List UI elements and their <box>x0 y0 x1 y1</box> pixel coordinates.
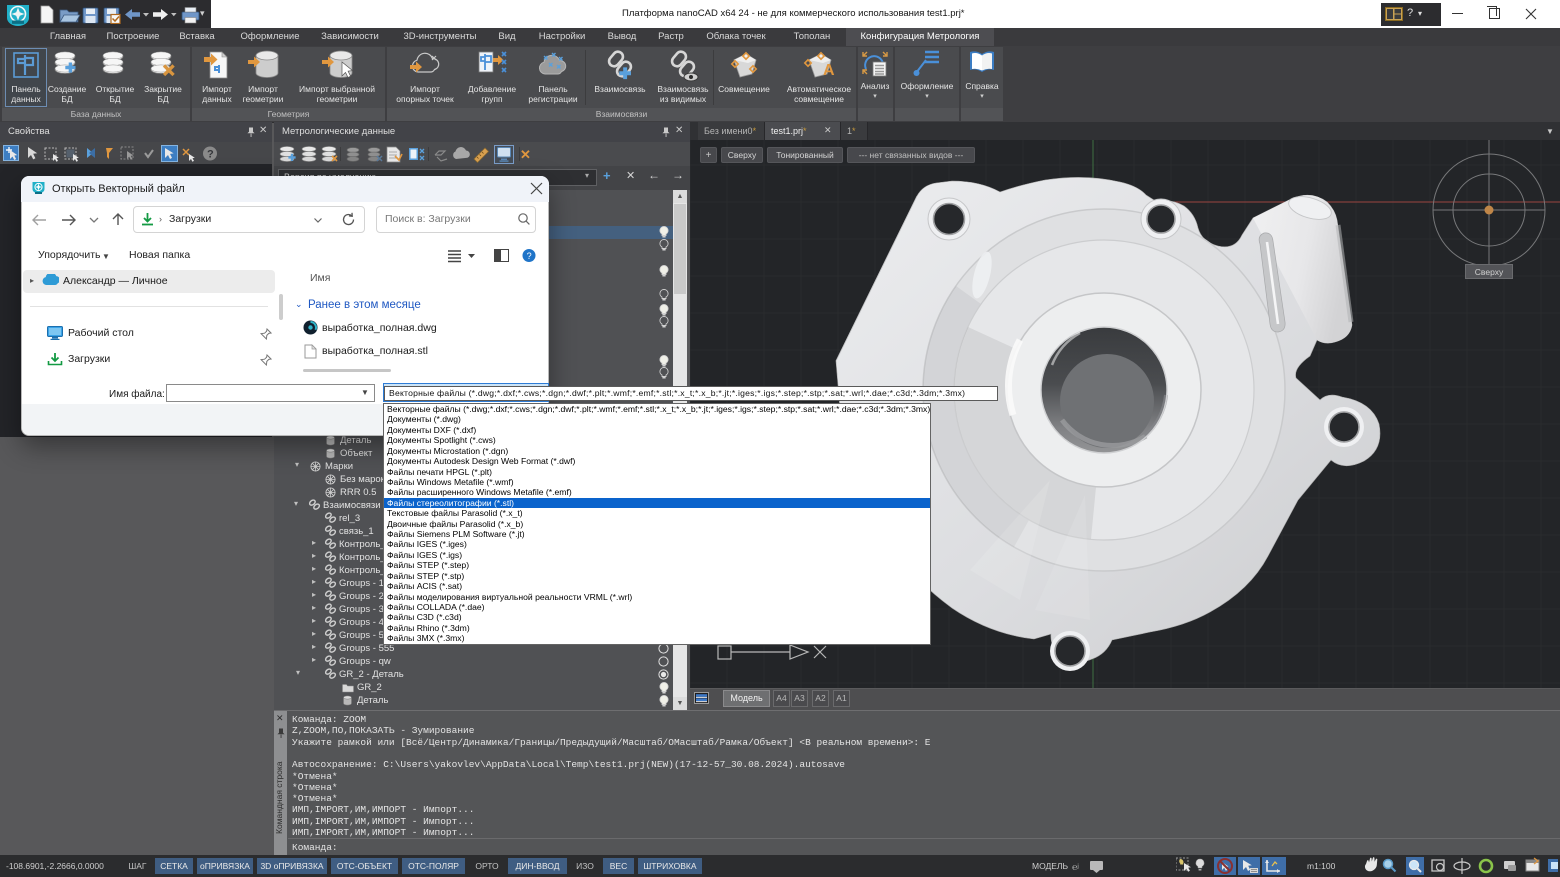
svg-text:?: ? <box>207 149 214 161</box>
svg-text:A: A <box>823 62 835 79</box>
svg-text:℮ʲ: ℮ʲ <box>1072 862 1079 872</box>
svg-text:?: ? <box>527 251 532 261</box>
